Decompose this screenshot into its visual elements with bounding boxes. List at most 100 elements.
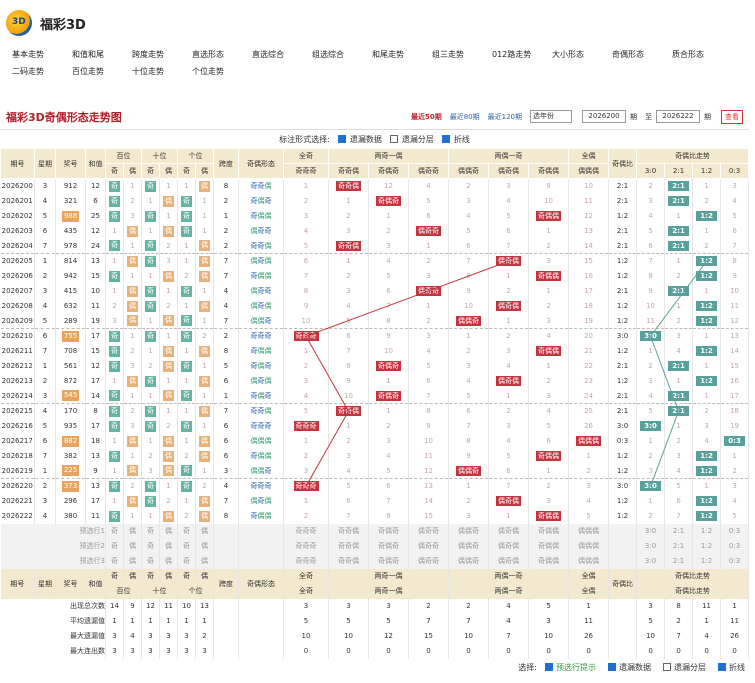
- preview-digit[interactable]: 奇: [177, 523, 196, 539]
- ratio-trend-cell: 3: [636, 373, 666, 389]
- preview-digit[interactable]: 奇: [177, 538, 196, 554]
- nav-item[interactable]: 直选形态: [192, 49, 252, 60]
- preview-pattern[interactable]: 奇偶偶: [528, 553, 570, 569]
- logo[interactable]: 3D: [6, 10, 32, 36]
- preview-pattern[interactable]: 偶奇奇: [408, 523, 450, 539]
- nav-item[interactable]: 012路走势: [492, 49, 552, 60]
- preview-digit[interactable]: 奇: [141, 538, 160, 554]
- ratio-trend-cell: 3:0: [636, 418, 666, 434]
- period-cell: 2026211: [0, 343, 35, 359]
- preview-pattern[interactable]: 奇偶奇: [368, 553, 409, 569]
- preview-digit[interactable]: 偶: [123, 523, 142, 539]
- preview-pattern[interactable]: 奇偶偶: [528, 523, 570, 539]
- preview-ratio-trend[interactable]: 0:3: [720, 553, 750, 569]
- preview-pattern[interactable]: 奇奇偶: [328, 538, 369, 554]
- digit-cell: 偶: [195, 178, 214, 194]
- footer-checkbox[interactable]: [663, 663, 671, 671]
- preview-digit[interactable]: 奇: [141, 553, 160, 569]
- preview-digit[interactable]: 奇: [177, 553, 196, 569]
- footer-checkbox[interactable]: [608, 663, 616, 671]
- preview-pattern[interactable]: 偶奇偶: [488, 523, 530, 539]
- preview-digit[interactable]: 偶: [123, 538, 142, 554]
- preview-pattern[interactable]: 奇奇偶: [328, 523, 369, 539]
- preview-digit[interactable]: 奇: [105, 523, 124, 539]
- nav-item[interactable]: 组三走势: [432, 49, 492, 60]
- nav-item[interactable]: 和值和尾: [72, 49, 132, 60]
- preview-ratio-trend[interactable]: 0:3: [720, 538, 750, 554]
- preview-pattern[interactable]: 偶奇奇: [408, 553, 450, 569]
- preview-ratio-trend[interactable]: 3:0: [636, 523, 666, 539]
- preview-pattern[interactable]: 偶偶奇: [448, 523, 490, 539]
- preview-ratio-trend[interactable]: 1:2: [692, 523, 722, 539]
- preview-digit[interactable]: 奇: [105, 553, 124, 569]
- preview-pattern[interactable]: 偶奇偶: [488, 538, 530, 554]
- preview-pattern[interactable]: 奇偶奇: [368, 523, 409, 539]
- preview-ratio-trend[interactable]: 1:2: [692, 553, 722, 569]
- option-checkbox[interactable]: [389, 135, 398, 143]
- nav-item[interactable]: 直选综合: [252, 49, 312, 60]
- option-checkbox[interactable]: [337, 135, 346, 143]
- nav-item[interactable]: 和尾走势: [372, 49, 432, 60]
- column-header: 个位: [177, 583, 214, 599]
- preview-pattern[interactable]: 偶奇奇: [408, 538, 450, 554]
- range-link[interactable]: 最近120期: [488, 113, 522, 121]
- ratio-hit: 1:2: [696, 211, 717, 221]
- footer-checkbox[interactable]: [545, 663, 553, 671]
- range-link[interactable]: 最近80期: [450, 113, 480, 121]
- preview-pattern[interactable]: 奇奇奇: [283, 538, 329, 554]
- preview-pattern[interactable]: 偶偶奇: [448, 538, 490, 554]
- nav-item[interactable]: 质合形态: [672, 49, 732, 60]
- preview-ratio-trend[interactable]: 0:3: [720, 523, 750, 539]
- preview-ratio-trend[interactable]: 2:1: [664, 523, 694, 539]
- preview-ratio-trend[interactable]: 2:1: [664, 553, 694, 569]
- nav-item[interactable]: 大小形态: [552, 49, 612, 60]
- preview-pattern[interactable]: 奇奇偶: [328, 553, 369, 569]
- preview-digit[interactable]: 偶: [195, 523, 214, 539]
- year-select[interactable]: 选年份: [530, 110, 572, 123]
- preview-ratio-trend[interactable]: 2:1: [664, 538, 694, 554]
- nav-item[interactable]: 二码走势: [12, 66, 72, 77]
- preview-pattern[interactable]: 偶偶偶: [568, 523, 610, 539]
- nav-item[interactable]: 基本走势: [12, 49, 72, 60]
- preview-pattern[interactable]: 偶偶偶: [568, 553, 610, 569]
- ratio-trend-cell: 8: [720, 253, 750, 269]
- preview-digit[interactable]: 偶: [123, 553, 142, 569]
- digit-cell: 奇: [177, 223, 196, 239]
- preview-digit[interactable]: 偶: [159, 538, 178, 554]
- preview-pattern[interactable]: 偶偶奇: [448, 553, 490, 569]
- query-button[interactable]: 查看: [721, 109, 743, 124]
- preview-digit[interactable]: 偶: [159, 553, 178, 569]
- nav-item[interactable]: 个位走势: [192, 66, 252, 77]
- preview-ratio-trend[interactable]: 3:0: [636, 553, 666, 569]
- nav-item[interactable]: 奇偶形态: [612, 49, 672, 60]
- preview-pattern[interactable]: 奇奇奇: [283, 553, 329, 569]
- period-to-input[interactable]: 2026222: [656, 110, 700, 123]
- period-from-input[interactable]: 2026200: [582, 110, 626, 123]
- digit-cell: 奇: [177, 313, 196, 329]
- preview-pattern[interactable]: 奇奇奇: [283, 523, 329, 539]
- nav-item[interactable]: 十位走势: [132, 66, 192, 77]
- nav-item[interactable]: 组选综合: [312, 49, 372, 60]
- preview-digit[interactable]: 偶: [195, 553, 214, 569]
- nav-item[interactable]: 跨度走势: [132, 49, 192, 60]
- footer-checkbox[interactable]: [718, 663, 726, 671]
- preview-pattern[interactable]: 奇偶偶: [528, 538, 570, 554]
- preview-ratio-trend[interactable]: 3:0: [636, 538, 666, 554]
- preview-pattern[interactable]: 奇偶奇: [368, 538, 409, 554]
- preview-digit[interactable]: 偶: [159, 523, 178, 539]
- preview-pattern[interactable]: 偶偶偶: [568, 538, 610, 554]
- option-checkbox[interactable]: [441, 135, 450, 143]
- stat-ratio: [608, 613, 638, 629]
- prize-cell: 170: [55, 403, 86, 419]
- prize-cell: 988: [55, 208, 86, 224]
- column-header: 奇: [177, 163, 196, 179]
- trend-table: 期号 星期 奖号 和值 百位 十位 个位 跨度 奇偶形态 全奇 两奇一偶 两偶一奇 全偶 奇偶比 奇偶比走势…: [0, 148, 750, 659]
- shape-cell: 奇偶偶: [238, 208, 284, 224]
- preview-ratio-trend[interactable]: 1:2: [692, 538, 722, 554]
- preview-digit[interactable]: 偶: [195, 538, 214, 554]
- preview-pattern[interactable]: 偶奇偶: [488, 553, 530, 569]
- preview-digit[interactable]: 奇: [141, 523, 160, 539]
- preview-digit[interactable]: 奇: [105, 538, 124, 554]
- nav-item[interactable]: 百位走势: [72, 66, 132, 77]
- range-link[interactable]: 最近50期: [411, 113, 442, 121]
